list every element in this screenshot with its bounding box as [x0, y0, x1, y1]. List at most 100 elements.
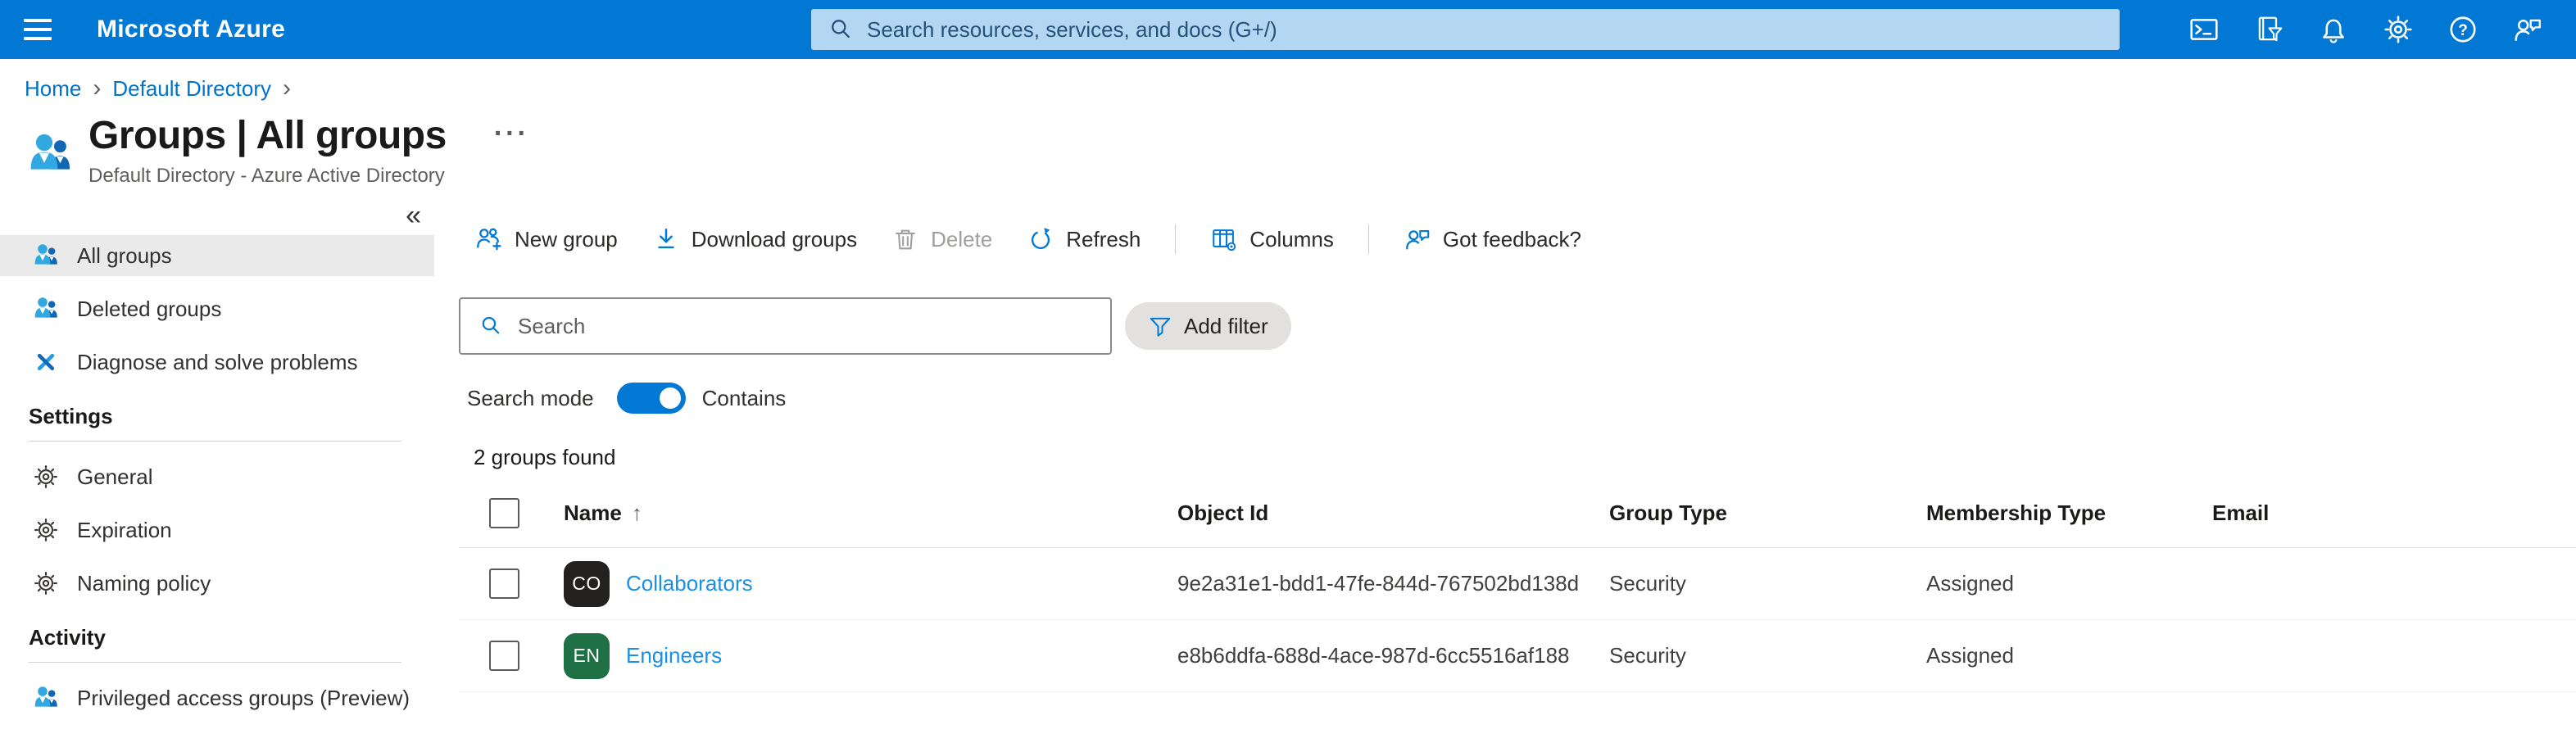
groups-icon — [33, 296, 59, 322]
column-header-group-type[interactable]: Group Type — [1609, 501, 1926, 526]
divider — [29, 662, 401, 663]
column-header-membership-type[interactable]: Membership Type — [1926, 501, 2212, 526]
table-row[interactable]: EN Engineers e8b6ddfa-688d-4ace-987d-6cc… — [459, 620, 2576, 692]
refresh-button[interactable]: Refresh — [1027, 225, 1141, 253]
group-name-link[interactable]: Engineers — [626, 643, 722, 668]
groups-icon — [33, 685, 59, 711]
notifications-bell-icon[interactable] — [2301, 14, 2365, 45]
filter-funnel-icon — [1148, 314, 1172, 338]
trash-icon — [891, 225, 919, 253]
download-icon — [652, 225, 680, 253]
main-content: New group Download groups Delete Refresh — [434, 201, 2576, 731]
help-icon[interactable] — [2430, 14, 2495, 45]
cell-membership-type: Assigned — [1926, 571, 2212, 596]
select-all-checkbox[interactable] — [489, 498, 519, 528]
sidebar-item-general[interactable]: General — [0, 456, 434, 497]
more-options-button[interactable]: ··· — [494, 118, 529, 150]
new-group-icon — [475, 225, 503, 253]
sidebar-item-diagnose[interactable]: Diagnose and solve problems — [0, 342, 434, 383]
settings-gear-icon[interactable] — [2365, 14, 2430, 45]
sidebar-item-label: Naming policy — [77, 571, 211, 596]
divider — [29, 441, 401, 442]
sidebar-section-activity: Activity — [29, 625, 434, 650]
sidebar-item-label: Deleted groups — [77, 297, 221, 322]
sidebar-item-deleted-groups[interactable]: Deleted groups — [0, 288, 434, 329]
search-mode-label: Search mode — [467, 386, 594, 411]
cell-object-id: e8b6ddfa-688d-4ace-987d-6cc5516af188 — [1177, 643, 1609, 668]
command-toolbar: New group Download groups Delete Refresh — [459, 219, 2576, 260]
groups-search-box[interactable] — [459, 297, 1112, 355]
sidebar-item-label: Diagnose and solve problems — [77, 350, 358, 375]
azure-portal-page: Microsoft Azure Home › Default Directory… — [0, 0, 2576, 752]
column-header-object-id[interactable]: Object Id — [1177, 501, 1609, 526]
group-avatar: EN — [564, 633, 610, 679]
groups-icon — [25, 131, 75, 177]
group-avatar: CO — [564, 561, 610, 607]
add-filter-button[interactable]: Add filter — [1125, 302, 1291, 350]
sort-ascending-icon: ↑ — [632, 501, 642, 525]
toolbar-label: Got feedback? — [1443, 227, 1581, 252]
groups-table: Name↑ Object Id Group Type Membership Ty… — [459, 479, 2576, 692]
search-mode-value: Contains — [702, 386, 787, 411]
download-groups-button[interactable]: Download groups — [652, 225, 857, 253]
columns-icon — [1210, 225, 1238, 253]
column-header-email[interactable]: Email — [2212, 501, 2576, 526]
toolbar-label: Refresh — [1066, 227, 1141, 252]
search-icon — [478, 314, 503, 338]
global-search-box[interactable] — [811, 9, 2120, 50]
breadcrumb: Home › Default Directory › — [25, 75, 2576, 102]
search-icon — [828, 16, 854, 43]
sidebar-item-label: All groups — [77, 243, 172, 269]
cell-object-id: 9e2a31e1-bdd1-47fe-844d-767502bd138d — [1177, 571, 1609, 596]
toolbar-label: Delete — [931, 227, 992, 252]
columns-button[interactable]: Columns — [1210, 225, 1334, 253]
sidebar: « All groups Deleted groups Diagnose and… — [0, 201, 434, 731]
sidebar-item-privileged-access[interactable]: Privileged access groups (Preview) — [0, 677, 434, 718]
divider — [1175, 224, 1176, 254]
groups-search-input[interactable] — [518, 314, 1110, 339]
cell-membership-type: Assigned — [1926, 643, 2212, 668]
cell-group-type: Security — [1609, 571, 1926, 596]
page-subtitle: Default Directory - Azure Active Directo… — [88, 165, 529, 188]
sidebar-item-all-groups[interactable]: All groups — [0, 235, 434, 276]
cell-group-type: Security — [1609, 643, 1926, 668]
global-search-input[interactable] — [867, 17, 2120, 43]
search-mode-toggle[interactable] — [617, 383, 686, 414]
search-mode-row: Search mode Contains — [459, 383, 2576, 414]
topbar-icon-group — [2171, 14, 2576, 45]
search-filter-row: Add filter — [459, 297, 2576, 355]
feedback-icon[interactable] — [2495, 14, 2560, 45]
sidebar-item-expiration[interactable]: Expiration — [0, 510, 434, 550]
got-feedback-button[interactable]: Got feedback? — [1404, 225, 1581, 253]
group-name-link[interactable]: Collaborators — [626, 571, 753, 596]
result-count: 2 groups found — [459, 445, 2576, 469]
cloud-shell-icon[interactable] — [2171, 14, 2236, 45]
sidebar-item-label: General — [77, 464, 153, 490]
gear-icon — [33, 464, 59, 490]
gear-icon — [33, 570, 59, 596]
gear-icon — [33, 517, 59, 543]
brand-title: Microsoft Azure — [97, 16, 285, 43]
feedback-icon — [1404, 225, 1431, 253]
tools-icon — [33, 349, 59, 375]
divider — [1368, 224, 1369, 254]
column-header-name[interactable]: Name↑ — [564, 501, 1177, 526]
toggle-knob — [660, 387, 681, 409]
delete-button[interactable]: Delete — [891, 225, 992, 253]
groups-icon — [33, 242, 59, 269]
hamburger-menu-icon[interactable] — [0, 19, 75, 40]
sidebar-item-naming-policy[interactable]: Naming policy — [0, 563, 434, 604]
row-checkbox[interactable] — [489, 569, 519, 599]
top-app-bar: Microsoft Azure — [0, 0, 2576, 59]
add-filter-label: Add filter — [1184, 314, 1268, 339]
table-row[interactable]: CO Collaborators 9e2a31e1-bdd1-47fe-844d… — [459, 548, 2576, 620]
directory-filter-icon[interactable] — [2236, 14, 2301, 45]
collapse-sidebar-button[interactable]: « — [406, 201, 421, 233]
breadcrumb-home-link[interactable]: Home — [25, 76, 81, 102]
breadcrumb-directory-link[interactable]: Default Directory — [112, 76, 271, 102]
row-checkbox[interactable] — [489, 641, 519, 671]
new-group-button[interactable]: New group — [475, 225, 618, 253]
table-header-row: Name↑ Object Id Group Type Membership Ty… — [459, 479, 2576, 548]
toolbar-label: Download groups — [692, 227, 857, 252]
chevron-right-icon: › — [93, 78, 101, 99]
